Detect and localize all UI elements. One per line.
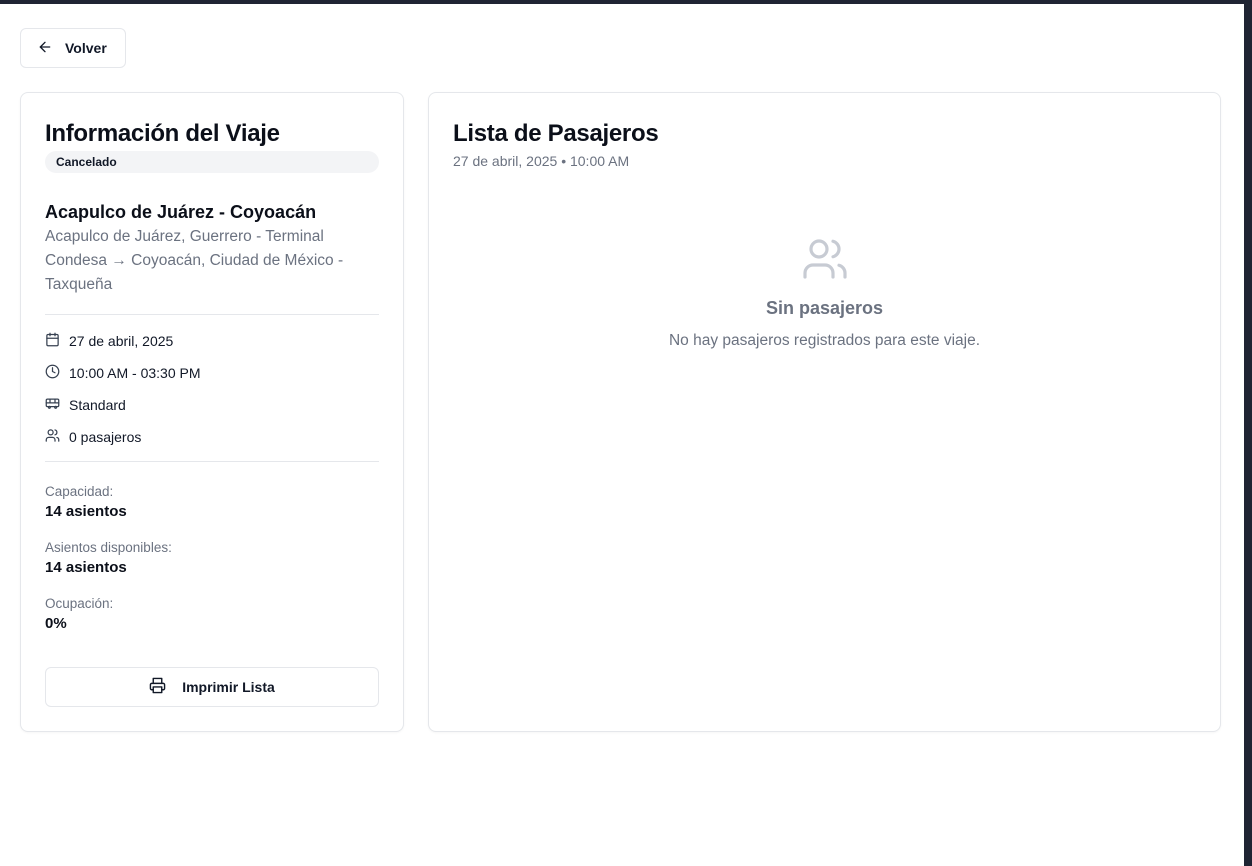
- passenger-list-title: Lista de Pasajeros: [453, 120, 659, 147]
- bus-type-row: Standard: [45, 389, 379, 421]
- trip-info-title: Información del Viaje: [45, 120, 280, 147]
- trip-time-row: 10:00 AM - 03:30 PM: [45, 357, 379, 389]
- top-window-border: [0, 0, 1252, 4]
- route-name: Acapulco de Juárez - Coyoacán: [45, 202, 317, 222]
- users-icon: [45, 428, 60, 446]
- status-badge: Cancelado: [45, 151, 379, 173]
- empty-state-description: No hay pasajeros registrados para este v…: [668, 332, 981, 349]
- bus-icon: [45, 396, 60, 414]
- trip-time: 10:00 AM - 03:30 PM: [69, 365, 201, 381]
- clock-icon: [45, 364, 60, 382]
- occupancy-value: 0%: [45, 615, 67, 632]
- trip-info-card: Información del Viaje Cancelado Acapulco…: [20, 92, 404, 732]
- route-description: Acapulco de Juárez, Guerrero - Terminal …: [45, 228, 344, 293]
- trip-details-list: 27 de abril, 2025 10:00 AM - 03:30 PM St…: [45, 315, 379, 453]
- print-list-label: Imprimir Lista: [182, 679, 275, 695]
- back-button[interactable]: Volver: [20, 28, 126, 68]
- passenger-count: 0 pasajeros: [69, 429, 142, 445]
- available-seats-value: 14 asientos: [45, 559, 127, 576]
- arrow-left-icon: [37, 39, 53, 58]
- empty-state-title: Sin pasajeros: [765, 298, 884, 318]
- trip-date-row: 27 de abril, 2025: [45, 325, 379, 357]
- users-icon: [801, 235, 849, 288]
- printer-icon: [149, 677, 166, 697]
- bus-type: Standard: [69, 397, 126, 413]
- passenger-count-row: 0 pasajeros: [45, 421, 379, 453]
- capacity-label: Capacidad:: [45, 484, 114, 499]
- occupancy-label: Ocupación:: [45, 596, 114, 611]
- trip-date: 27 de abril, 2025: [69, 333, 174, 349]
- empty-state: Sin pasajeros No hay pasajeros registrad…: [453, 235, 1196, 350]
- passenger-list-subtitle: 27 de abril, 2025 • 10:00 AM: [453, 153, 630, 169]
- calendar-icon: [45, 332, 60, 350]
- passenger-list-card: Lista de Pasajeros 27 de abril, 2025 • 1…: [428, 92, 1221, 732]
- capacity-stats: Capacidad: 14 asientos Asientos disponib…: [45, 462, 379, 635]
- available-seats-label: Asientos disponibles:: [45, 540, 172, 555]
- print-list-button[interactable]: Imprimir Lista: [45, 667, 379, 707]
- back-button-label: Volver: [65, 40, 107, 56]
- scrollbar-track[interactable]: [1244, 0, 1252, 866]
- capacity-value: 14 asientos: [45, 503, 127, 520]
